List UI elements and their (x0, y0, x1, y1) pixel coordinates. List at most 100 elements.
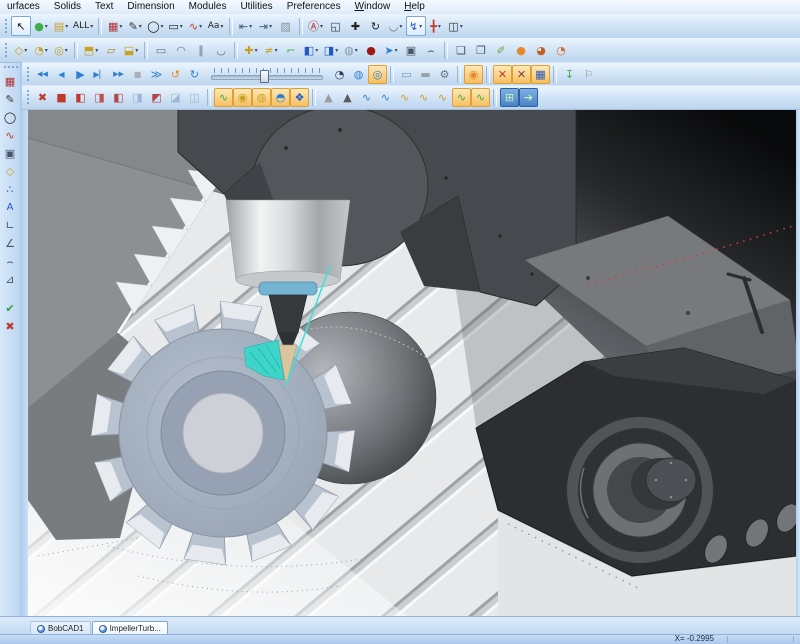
relation-tangent-button[interactable]: ◡ (211, 40, 231, 60)
blob-button[interactable]: ● (361, 40, 381, 60)
toolpath-post-button[interactable]: ❖ (290, 88, 309, 107)
clean-sweep-button[interactable]: ✐ (491, 40, 511, 60)
dropdown-arrow-icon[interactable]: ▾ (249, 23, 252, 30)
shrink-wrap-button[interactable]: ◍ ▾ (341, 40, 361, 60)
surface-trim-button[interactable]: ▱ (101, 40, 121, 60)
side-dim-linear-button[interactable]: ∟ (2, 217, 19, 234)
text-tool-button[interactable]: Aa ▾ (206, 16, 226, 36)
toolbar-grip[interactable] (2, 65, 18, 70)
trim-fence-button[interactable]: ≠ ▾ (261, 40, 281, 60)
sim-settings-button[interactable]: ⚙ (435, 65, 454, 84)
selection-mask-dropdown[interactable]: ALL ▾ (71, 16, 95, 36)
dropdown-arrow-icon[interactable]: ▾ (355, 47, 358, 54)
zoom-window-button[interactable]: ◱ (326, 16, 346, 36)
sim-loop-button[interactable]: ↺ (166, 65, 185, 84)
side-dim-note-button[interactable]: ⊿ (2, 271, 19, 288)
menu-utilities[interactable]: Utilities (233, 0, 279, 14)
dropdown-arrow-icon[interactable]: ▾ (180, 23, 183, 30)
machine-housing-button[interactable]: ▦ (531, 65, 550, 84)
side-points-button[interactable]: ∴ (2, 181, 19, 198)
view-cube-button[interactable]: ◫ ▾ (446, 16, 466, 36)
select-arrow-button[interactable]: ↖ (11, 16, 31, 36)
pattern-add-button[interactable]: ⊞ (500, 88, 519, 107)
relation-arc-button[interactable]: ◠ (171, 40, 191, 60)
dropdown-arrow-icon[interactable]: ▾ (139, 23, 142, 30)
sim-compare-button[interactable]: ◉ (464, 65, 483, 84)
toolbar-grip[interactable] (26, 66, 31, 83)
color-filter-button[interactable]: ▤ ▾ (51, 16, 71, 36)
toolpath-verify-button[interactable]: ◉ (233, 88, 252, 107)
side-spline-button[interactable]: ∿ (2, 127, 19, 144)
confirm-ok-button[interactable]: ✔ (2, 300, 19, 317)
menu-text[interactable]: Text (88, 0, 120, 14)
solid-extract-button[interactable]: ⬓ ▾ (121, 40, 141, 60)
surface-plane-button[interactable]: ◇ ▾ (11, 40, 31, 60)
side-line-button[interactable]: ✎ (2, 91, 19, 108)
rectangle-tool-button[interactable]: ▭ ▾ (166, 16, 186, 36)
pattern-post-button[interactable]: ➔ (519, 88, 538, 107)
dropdown-arrow-icon[interactable]: ▾ (161, 23, 164, 30)
sim-speed-slider[interactable] (209, 66, 325, 83)
view-cube-front-button[interactable]: ◧ (71, 88, 90, 107)
menu-window[interactable]: Window (348, 0, 398, 14)
pan-view-button[interactable]: ✚ (346, 16, 366, 36)
hatch-tool-button[interactable]: ▨ (276, 16, 296, 36)
visibility-toggle-button[interactable]: ● ▾ (31, 16, 51, 36)
path-tool-3-button[interactable]: ∿ (433, 88, 452, 107)
group-create-button[interactable]: ❏ (451, 40, 471, 60)
relation-rect-button[interactable]: ▭ (151, 40, 171, 60)
dropdown-arrow-icon[interactable]: ▾ (45, 47, 48, 54)
path-green-1-button[interactable]: ∿ (452, 88, 471, 107)
dynamic-ucs-button[interactable]: ↯ ▾ (405, 16, 426, 36)
side-dim-angular-button[interactable]: ∠ (2, 235, 19, 252)
surface-sweep-button[interactable]: ◎ ▾ (51, 40, 71, 60)
group-shield-button[interactable]: ❐ (471, 40, 491, 60)
side-machine-button[interactable]: ▣ (2, 145, 19, 162)
dropdown-arrow-icon[interactable]: ▾ (90, 23, 93, 30)
dropdown-arrow-icon[interactable]: ▾ (269, 23, 272, 30)
toolbar-grip[interactable] (4, 17, 9, 35)
extend-corner-button[interactable]: ⌐ (281, 40, 301, 60)
sim-step-forward-button[interactable]: ▶▏ (90, 65, 109, 84)
dropdown-arrow-icon[interactable]: ▾ (419, 23, 422, 30)
side-circle-button[interactable]: ◯ (2, 109, 19, 126)
toolpath-edit-button[interactable]: ∿ (214, 88, 233, 107)
side-text-button[interactable]: A (2, 199, 19, 216)
spline-tool-button[interactable]: ∿ ▾ (186, 16, 206, 36)
menu-solids[interactable]: Solids (47, 0, 88, 14)
dimension-vertical-button[interactable]: ⇥ ▾ (256, 16, 276, 36)
toolpath-stock-button[interactable]: ◓ (271, 88, 290, 107)
rotate-view-button[interactable]: ↻ (366, 16, 386, 36)
direction-arrow-button[interactable]: ➤ ▾ (381, 40, 401, 60)
dropdown-arrow-icon[interactable]: ▾ (335, 47, 338, 54)
circle-tool-button[interactable]: ◯ ▾ (145, 16, 165, 36)
dropdown-arrow-icon[interactable]: ▾ (315, 47, 318, 54)
dropdown-arrow-icon[interactable]: ▾ (45, 23, 48, 30)
path-green-2-button[interactable]: ∿ (471, 88, 490, 107)
sim-world-button[interactable]: ◍ (349, 65, 368, 84)
surface-loft-button[interactable]: ⬒ ▾ (81, 40, 101, 60)
pin-toolbar-button[interactable]: ↧ (560, 65, 579, 84)
dropdown-arrow-icon[interactable]: ▾ (438, 23, 441, 30)
stretch-select-button[interactable]: ▣ (401, 40, 421, 60)
dropdown-arrow-icon[interactable]: ▾ (65, 47, 68, 54)
exit-simulation-button[interactable]: ✖ (33, 88, 52, 107)
dropdown-arrow-icon[interactable]: ▾ (135, 47, 138, 54)
view-cube-right-button[interactable]: ◨ (128, 88, 147, 107)
collision-report-button[interactable]: ✕ (512, 65, 531, 84)
toolbar-grip[interactable] (4, 41, 9, 59)
sim-fast-forward-button[interactable]: ≫ (147, 65, 166, 84)
dropdown-arrow-icon[interactable]: ▾ (24, 47, 27, 54)
sim-stock-button[interactable]: ▬ (416, 65, 435, 84)
sim-refresh-button[interactable]: ↻ (185, 65, 204, 84)
line-tool-button[interactable]: ✎ ▾ (125, 16, 145, 36)
menu-preferences[interactable]: Preferences (280, 0, 348, 14)
dropdown-arrow-icon[interactable]: ▾ (255, 47, 258, 54)
render-close-button[interactable]: ◔ (551, 40, 571, 60)
dropdown-arrow-icon[interactable]: ▾ (320, 23, 323, 30)
render-shaded-button[interactable]: ● (511, 40, 531, 60)
toolbar-grip[interactable] (26, 89, 31, 106)
tab-bobcad1[interactable]: BobCAD1 (30, 621, 91, 635)
flag-marker-button[interactable]: ⚐ (579, 65, 598, 84)
relation-align-button[interactable]: ∥ (191, 40, 211, 60)
